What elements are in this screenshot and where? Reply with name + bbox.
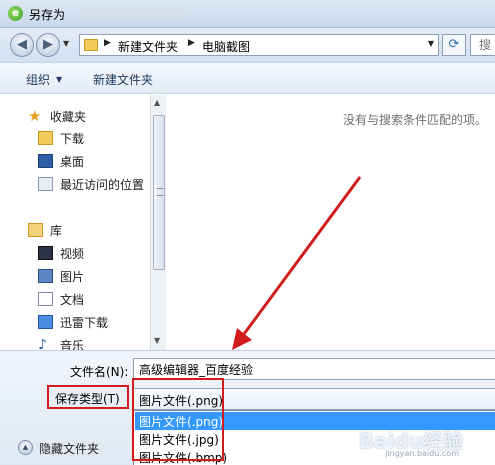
baidu-watermark-url: jingyan.baidu.com — [385, 449, 459, 458]
nav-item-label: 文档 — [60, 293, 85, 307]
scrollbar-thumb[interactable] — [153, 115, 165, 270]
nav-item-recent-places[interactable]: 最近访问的位置 — [0, 173, 150, 195]
music-library-icon: ♪ — [38, 337, 47, 350]
save-type-label: 保存类型(T) — [47, 385, 129, 409]
breadcrumb-item[interactable]: 电脑截图 — [202, 38, 250, 55]
collapse-up-icon: ▲ — [18, 440, 33, 455]
breadcrumb-item[interactable]: 新建文件夹 — [118, 38, 178, 55]
hide-folders-label: 隐藏文件夹 — [39, 442, 100, 456]
star-icon: ★ — [28, 107, 42, 125]
nav-item-xunlei-downloads[interactable]: 迅雷下载 — [0, 311, 150, 333]
title-bar: e 另存为 — [0, 0, 495, 28]
nav-item-label: 库 — [50, 224, 63, 238]
folder-icon — [84, 39, 98, 51]
grip-icon — [157, 188, 163, 196]
save-type-selected-value: 图片文件(.png) — [139, 394, 224, 408]
nav-item-libraries[interactable]: 库 — [0, 219, 150, 241]
address-row: ◀ ▶ ▼ ▶ 新建文件夹 ▶ 电脑截图 ▼ ⟳ 搜 — [0, 28, 495, 62]
breadcrumb-separator-icon[interactable]: ▶ — [104, 38, 111, 48]
downloads-folder-icon — [38, 131, 53, 145]
nav-item-label: 下载 — [60, 132, 85, 146]
organize-button[interactable]: 组织 — [26, 71, 50, 88]
recent-places-icon — [38, 177, 53, 191]
window-title: 另存为 — [29, 8, 66, 22]
breadcrumb-separator-icon[interactable]: ▶ — [188, 38, 195, 48]
scroll-up-icon[interactable]: ▲ — [154, 98, 160, 107]
back-button[interactable]: ◀ — [10, 33, 34, 57]
nav-item-pictures[interactable]: 图片 — [0, 265, 150, 287]
forward-button[interactable]: ▶ — [36, 33, 60, 57]
nav-item-label: 收藏夹 — [50, 110, 87, 124]
nav-item-label: 图片 — [60, 270, 85, 284]
nav-item-downloads[interactable]: 下载 — [0, 127, 150, 149]
nav-item-label: 迅雷下载 — [60, 316, 109, 330]
filename-label: 文件名(N): — [70, 365, 129, 379]
filename-input[interactable] — [133, 358, 495, 380]
address-bar[interactable]: ▶ 新建文件夹 ▶ 电脑截图 ▼ — [79, 34, 439, 56]
nav-item-music[interactable]: ♪ 音乐 — [0, 334, 150, 350]
address-dropdown-icon[interactable]: ▼ — [428, 39, 434, 48]
file-list-area[interactable]: 没有与搜索条件匹配的项。 — [167, 95, 495, 350]
history-dropdown-icon[interactable]: ▼ — [63, 39, 69, 48]
nav-item-label: 视频 — [60, 247, 85, 261]
nav-item-label: 音乐 — [60, 339, 85, 350]
nav-item-label: 桌面 — [60, 155, 85, 169]
documents-library-icon — [38, 292, 53, 306]
nav-item-desktop[interactable]: 桌面 — [0, 150, 150, 172]
desktop-icon — [38, 154, 53, 168]
library-icon — [28, 223, 43, 237]
pictures-library-icon — [38, 269, 53, 283]
xunlei-download-icon — [38, 315, 53, 329]
scroll-down-icon[interactable]: ▼ — [154, 336, 160, 345]
refresh-icon[interactable]: ⟳ — [442, 34, 466, 56]
toolbar: 组织 ▼ 新建文件夹 — [0, 62, 495, 94]
new-folder-button[interactable]: 新建文件夹 — [93, 71, 153, 88]
empty-results-message: 没有与搜索条件匹配的项。 — [342, 113, 487, 127]
nav-item-videos[interactable]: 视频 — [0, 242, 150, 264]
save-type-select[interactable]: 图片文件(.png) — [133, 388, 495, 410]
navigation-pane: ★ 收藏夹 下载 桌面 最近访问的位置 库 视频 图片 文档 迅雷下载 ♪ 音乐 — [0, 95, 150, 350]
nav-item-favorites[interactable]: ★ 收藏夹 — [0, 105, 150, 127]
nav-pane-scrollbar[interactable]: ▲ ▼ — [150, 95, 166, 350]
title-blurred-region — [78, 9, 188, 18]
browser-app-icon: e — [8, 6, 23, 21]
chevron-down-icon[interactable]: ▼ — [56, 75, 62, 84]
nav-item-documents[interactable]: 文档 — [0, 288, 150, 310]
video-library-icon — [38, 246, 53, 260]
nav-item-label: 最近访问的位置 — [60, 178, 145, 192]
search-input[interactable]: 搜 — [470, 34, 495, 56]
